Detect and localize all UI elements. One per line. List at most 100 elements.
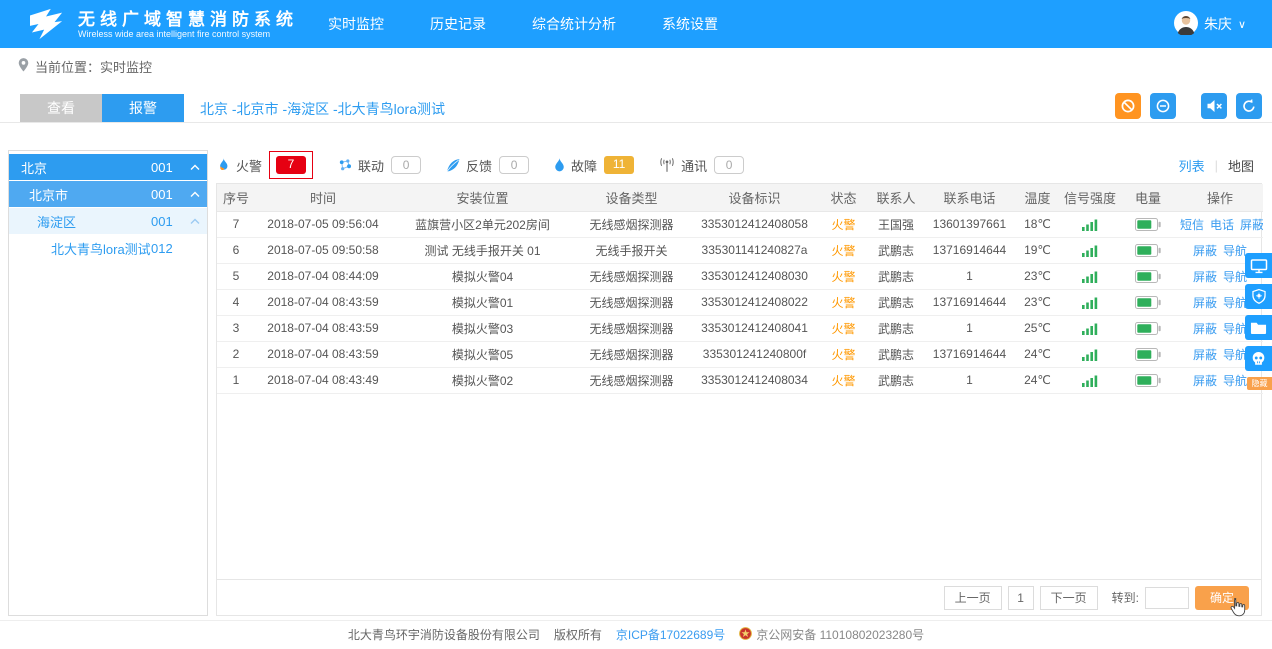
cell-contact: 武鹏志 (867, 341, 925, 367)
filter-count-badge: 0 (499, 156, 529, 174)
icp-link[interactable]: 京ICP备17022689号 (616, 626, 725, 643)
block-button[interactable] (1115, 93, 1141, 119)
nav-item-statistics[interactable]: 综合统计分析 (532, 14, 616, 34)
tab-view[interactable]: 查看 (20, 94, 102, 122)
next-page-button[interactable]: 下一页 (1040, 586, 1098, 610)
table-row: 62018-07-05 09:50:58测试 无线手报开关 01无线手报开关33… (217, 237, 1263, 263)
chevron-up-icon[interactable] (183, 191, 207, 198)
filter-fault[interactable]: 故障 11 (553, 156, 634, 175)
shield-link[interactable]: 屏蔽 (1193, 270, 1217, 284)
filter-linkage[interactable]: 联动0 (337, 156, 421, 175)
table-header-row: 序号时间安装位置设备类型设备标识状态联系人联系电话温度信号强度电量操作 (217, 184, 1263, 211)
battery-icon (1119, 263, 1177, 289)
chevron-up-icon[interactable] (183, 164, 207, 171)
page-number-button[interactable]: 1 (1008, 586, 1034, 610)
tree-node-count: 012 (151, 241, 183, 256)
shield-link[interactable]: 屏蔽 (1240, 218, 1263, 232)
police-record-number: 京公网安备 11010802023280号 (756, 626, 924, 643)
tabs-row: 查看报警 北京 -北京市 -海淀区 -北大青鸟lora测试 (0, 94, 1272, 123)
battery-icon (1119, 367, 1177, 393)
column-header: 设备标识 (689, 184, 820, 211)
tab-alarm[interactable]: 报警 (102, 94, 184, 122)
user-menu[interactable]: 朱庆 ∨ (1174, 11, 1246, 38)
nav-item-realtime-monitor[interactable]: 实时监控 (328, 14, 384, 34)
column-header: 设备类型 (574, 184, 689, 211)
shield-gear-button[interactable] (1245, 284, 1272, 309)
chevron-down-icon: ∨ (1238, 18, 1246, 31)
filter-count-badge: 11 (604, 156, 634, 174)
monitor-button[interactable] (1245, 253, 1272, 278)
table-row: 12018-07-04 08:43:49模拟火警02无线感烟探测器3353012… (217, 367, 1263, 393)
footer-company: 北大青鸟环宇消防设备股份有限公司 (348, 626, 540, 643)
tree-node-lora-test[interactable]: 北大青鸟lora测试012 (9, 235, 207, 261)
police-record-link[interactable]: 京公网安备 11010802023280号 (739, 626, 924, 643)
skull-button[interactable] (1245, 346, 1272, 371)
filter-label: 通讯 (681, 156, 707, 175)
confirm-button[interactable]: 确定 (1195, 586, 1249, 610)
cell-temperature: 24℃ (1014, 341, 1061, 367)
call-link[interactable]: 电话 (1210, 218, 1234, 232)
signal-strength-icon (1061, 289, 1119, 315)
shield-link[interactable]: 屏蔽 (1193, 348, 1217, 362)
shield-link[interactable]: 屏蔽 (1193, 296, 1217, 310)
filter-comm[interactable]: 通讯 0 (658, 156, 744, 175)
minus-circle-icon (1155, 98, 1171, 114)
shield-link[interactable]: 屏蔽 (1193, 374, 1217, 388)
filter-fire-alarm[interactable]: 火警7 (216, 156, 313, 175)
shield-link[interactable]: 屏蔽 (1193, 244, 1217, 258)
app-footer: 北大青鸟环宇消防设备股份有限公司 版权所有 京ICP备17022689号 京公网… (0, 626, 1272, 643)
cell-device-type: 无线感烟探测器 (574, 263, 689, 289)
navigate-link[interactable]: 导航 (1223, 348, 1247, 362)
app-title: 无线广域智慧消防系统 (78, 10, 298, 29)
cell-time: 2018-07-04 08:43:59 (255, 289, 391, 315)
navigate-link[interactable]: 导航 (1223, 270, 1247, 284)
filter-feedback[interactable]: 反馈0 (445, 156, 529, 175)
cell-temperature: 18℃ (1014, 211, 1061, 237)
cell-contact: 武鹏志 (867, 237, 925, 263)
cell-location: 模拟火警02 (391, 367, 574, 393)
folder-button[interactable] (1245, 315, 1272, 340)
cell-location: 模拟火警05 (391, 341, 574, 367)
cell-status: 火警 (820, 211, 867, 237)
minus-circle-button[interactable] (1150, 93, 1176, 119)
battery-icon (1119, 237, 1177, 263)
column-header: 安装位置 (391, 184, 574, 211)
cell-device-type: 无线感烟探测器 (574, 367, 689, 393)
tree-node-beijing-city[interactable]: 北京市001 (9, 181, 207, 207)
battery-icon (1119, 289, 1177, 315)
navigate-link[interactable]: 导航 (1223, 322, 1247, 336)
mute-icon (1206, 98, 1223, 114)
footer-divider (0, 620, 1272, 621)
badge-wrap: 0 (714, 156, 744, 174)
nav-item-history[interactable]: 历史记录 (430, 14, 486, 34)
prev-page-button[interactable]: 上一页 (944, 586, 1002, 610)
tree-node-haidian[interactable]: 海淀区001 (9, 208, 207, 234)
hide-toolbar-button[interactable]: 隐藏 (1247, 377, 1272, 390)
cell-seq: 3 (217, 315, 255, 341)
refresh-button[interactable] (1236, 93, 1262, 119)
navigate-link[interactable]: 导航 (1223, 296, 1247, 310)
navigate-link[interactable]: 导航 (1223, 244, 1247, 258)
mute-button[interactable] (1201, 93, 1227, 119)
view-map-link[interactable]: 地图 (1228, 156, 1254, 175)
cell-status: 火警 (820, 315, 867, 341)
filter-label: 联动 (358, 156, 384, 175)
column-header: 联系人 (867, 184, 925, 211)
nav-item-settings[interactable]: 系统设置 (662, 14, 718, 34)
block-icon (1120, 98, 1136, 114)
sms-link[interactable]: 短信 (1180, 218, 1204, 232)
navigate-link[interactable]: 导航 (1223, 374, 1247, 388)
cell-location: 模拟火警03 (391, 315, 574, 341)
chevron-up-icon[interactable] (183, 218, 207, 225)
footer-copyright: 版权所有 (554, 626, 602, 643)
cell-location: 测试 无线手报开关 01 (391, 237, 574, 263)
goto-page-input[interactable] (1145, 587, 1189, 609)
filter-label: 故障 (571, 156, 597, 175)
shield-link[interactable]: 屏蔽 (1193, 322, 1217, 336)
cell-temperature: 25℃ (1014, 315, 1061, 341)
tree-node-beijing[interactable]: 北京001 (9, 154, 207, 180)
cell-phone: 13716914644 (925, 289, 1014, 315)
view-list-link[interactable]: 列表 (1179, 156, 1205, 175)
region-tree: 北京001北京市001海淀区001北大青鸟lora测试012 (8, 150, 208, 616)
cell-contact: 王国强 (867, 211, 925, 237)
